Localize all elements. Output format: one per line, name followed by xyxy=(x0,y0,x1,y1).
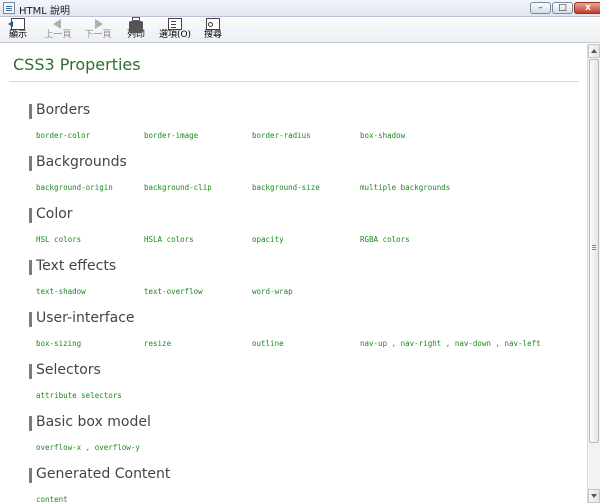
link-multiple-backgrounds[interactable]: multiple backgrounds xyxy=(360,183,450,192)
link-background-clip[interactable]: background-clip xyxy=(144,183,212,192)
link-word-wrap[interactable]: word-wrap xyxy=(252,287,293,296)
link-border-color[interactable]: border-color xyxy=(36,131,90,140)
show-button[interactable]: 顯示 xyxy=(4,18,32,42)
section-title: Basic box model xyxy=(36,414,151,430)
window-titlebar: HTML 說明 – □ x xyxy=(0,0,600,17)
link-attribute-selectors[interactable]: attribute selectors xyxy=(36,391,122,400)
title-divider xyxy=(9,81,579,82)
show-panel-icon xyxy=(8,18,25,30)
back-button[interactable]: 上一頁 xyxy=(42,18,74,42)
find-button[interactable]: 搜尋 xyxy=(200,18,226,42)
link-text-shadow[interactable]: text-shadow xyxy=(36,287,86,296)
link-box-shadow[interactable]: box-shadow xyxy=(360,131,405,140)
options-button[interactable]: 選項(O) xyxy=(157,18,193,42)
find-button-label: 搜尋 xyxy=(203,30,222,40)
grip-icon xyxy=(592,245,596,246)
scroll-up-arrow-icon[interactable] xyxy=(588,44,600,58)
section-title: Selectors xyxy=(36,362,101,378)
link-text-overflow[interactable]: text-overflow xyxy=(144,287,203,296)
link-overflow-xy[interactable]: overflow-x , overflow-y xyxy=(36,443,140,452)
options-button-label: 選項(O) xyxy=(158,30,192,40)
link-border-image[interactable]: border-image xyxy=(144,131,198,140)
section-marker xyxy=(29,208,32,223)
find-icon xyxy=(206,18,220,30)
scroll-down-arrow-icon[interactable] xyxy=(588,489,600,503)
link-hsl-colors[interactable]: HSL colors xyxy=(36,235,81,244)
link-outline[interactable]: outline xyxy=(252,339,284,348)
section-color: Color HSL colors HSLA colors opacity RGB… xyxy=(29,206,569,249)
help-document-icon xyxy=(3,2,15,14)
section-marker xyxy=(29,312,32,327)
link-rgba-colors[interactable]: RGBA colors xyxy=(360,235,410,244)
section-selectors: Selectors attribute selectors xyxy=(29,362,569,405)
link-resize[interactable]: resize xyxy=(144,339,171,348)
section-borders: Borders border-color border-image border… xyxy=(29,102,569,145)
section-title: Borders xyxy=(36,102,91,118)
section-text-effects: Text effects text-shadow text-overflow w… xyxy=(29,258,569,301)
section-title: Generated Content xyxy=(36,466,171,482)
minimize-button[interactable]: – xyxy=(530,2,551,14)
section-title: User-interface xyxy=(36,310,135,326)
forward-button-label: 下一頁 xyxy=(84,30,112,40)
link-box-sizing[interactable]: box-sizing xyxy=(36,339,81,348)
link-background-size[interactable]: background-size xyxy=(252,183,320,192)
forward-arrow-icon xyxy=(91,18,105,30)
link-opacity[interactable]: opacity xyxy=(252,235,284,244)
link-background-origin[interactable]: background-origin xyxy=(36,183,113,192)
print-button[interactable]: 列印 xyxy=(122,17,150,42)
link-hsla-colors[interactable]: HSLA colors xyxy=(144,235,194,244)
link-border-radius[interactable]: border-radius xyxy=(252,131,311,140)
page-title: CSS3 Properties xyxy=(13,55,141,74)
section-marker xyxy=(29,468,32,483)
link-nav-directions[interactable]: nav-up , nav-right , nav-down , nav-left xyxy=(360,339,541,348)
section-title: Text effects xyxy=(36,258,117,274)
link-content[interactable]: content xyxy=(36,495,68,503)
back-arrow-icon xyxy=(51,18,65,30)
options-icon xyxy=(168,18,182,30)
section-marker xyxy=(29,260,32,275)
close-button[interactable]: x xyxy=(574,2,600,14)
toolbar: 顯示 上一頁 下一頁 列印 選項(O) 搜尋 xyxy=(0,17,600,43)
section-backgrounds: Backgrounds background-origin background… xyxy=(29,154,569,197)
section-title: Backgrounds xyxy=(36,154,127,170)
section-marker xyxy=(29,416,32,431)
window-title: HTML 說明 xyxy=(19,6,71,17)
section-marker xyxy=(29,156,32,171)
section-basic-box-model: Basic box model overflow-x , overflow-y xyxy=(29,414,569,457)
help-content-pane: CSS3 Properties Borders border-color bor… xyxy=(1,44,587,503)
forward-button[interactable]: 下一頁 xyxy=(82,18,114,42)
maximize-button[interactable]: □ xyxy=(552,2,573,14)
section-marker xyxy=(29,104,32,119)
section-generated-content: Generated Content content xyxy=(29,466,569,503)
scrollbar-thumb[interactable] xyxy=(589,59,599,443)
show-button-label: 顯示 xyxy=(8,30,27,40)
vertical-scrollbar[interactable] xyxy=(587,44,600,503)
section-title: Color xyxy=(36,206,73,222)
printer-icon xyxy=(129,17,143,33)
back-button-label: 上一頁 xyxy=(44,30,72,40)
section-user-interface: User-interface box-sizing resize outline… xyxy=(29,310,569,353)
section-marker xyxy=(29,364,32,379)
